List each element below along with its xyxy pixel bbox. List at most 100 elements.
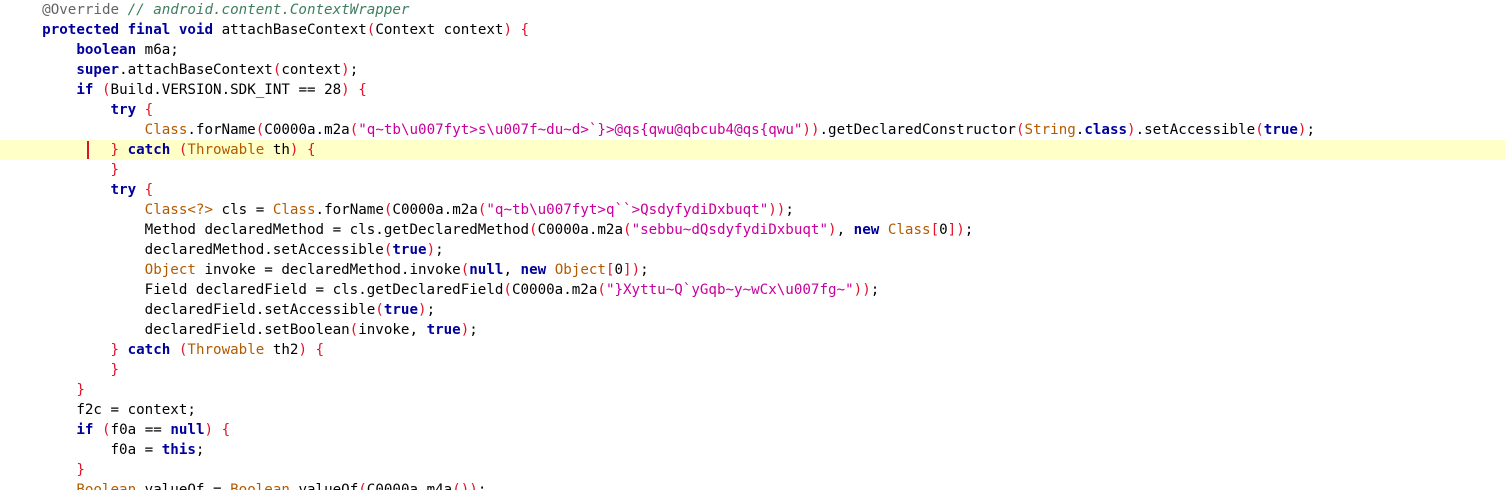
code-token: ()): [452, 482, 478, 490]
code-line[interactable]: declaredField.setBoolean(invoke, true);: [0, 320, 1505, 340]
code-token: ;: [785, 202, 794, 218]
code-token: final: [127, 22, 171, 38]
code-line[interactable]: declaredField.setAccessible(true);: [0, 300, 1505, 320]
code-token: (: [460, 262, 470, 278]
code-token: null: [469, 262, 504, 278]
code-line[interactable]: super.attachBaseContext(context);: [0, 60, 1505, 80]
code-line[interactable]: f0a = this;: [0, 440, 1505, 460]
code-token: ,: [836, 222, 854, 238]
code-token: super: [76, 62, 120, 78]
code-token: ): [460, 322, 470, 338]
code-token: ;: [640, 262, 649, 278]
code-token: Context context: [375, 22, 504, 38]
code-editor[interactable]: @Override // android.content.ContextWrap…: [0, 0, 1505, 490]
code-token: Class: [144, 122, 188, 138]
code-line[interactable]: Method declaredMethod = cls.getDeclaredM…: [0, 220, 1505, 240]
code-token: catch: [127, 342, 171, 358]
code-token: null: [170, 422, 205, 438]
code-token: (: [503, 282, 512, 298]
code-token: m6a;: [136, 42, 179, 58]
code-line[interactable]: }: [0, 160, 1505, 180]
code-token: C0000a.m4a: [366, 482, 453, 490]
code-token: [: [605, 262, 615, 278]
code-token: (: [101, 422, 111, 438]
code-token: .forName: [187, 122, 256, 138]
code-token: {: [520, 22, 530, 38]
code-token: ): [828, 222, 837, 238]
code-token: new: [520, 262, 547, 278]
code-line[interactable]: boolean m6a;: [0, 40, 1505, 60]
code-token: .setAccessible: [1135, 122, 1256, 138]
code-line[interactable]: } catch (Throwable th2) {: [0, 340, 1505, 360]
code-token: .attachBaseContext: [119, 62, 273, 78]
code-token: new: [853, 222, 880, 238]
code-token: ;: [426, 302, 436, 318]
code-token: ,: [503, 262, 521, 278]
code-line[interactable]: }: [0, 460, 1505, 480]
code-token: invoke = declaredMethod.invoke: [195, 262, 461, 278]
code-token: ): [298, 342, 307, 358]
code-token: Build.VERSION.SDK_INT == 28: [110, 82, 342, 98]
code-token: {: [315, 342, 325, 358]
code-line[interactable]: if (f0a == null) {: [0, 420, 1505, 440]
code-token: (: [1015, 122, 1025, 138]
code-line[interactable]: Field declaredField = cls.getDeclaredFie…: [0, 280, 1505, 300]
code-token: }: [110, 162, 120, 178]
code-line[interactable]: }: [0, 360, 1505, 380]
code-token: boolean: [76, 42, 137, 58]
code-line[interactable]: Object invoke = declaredMethod.invoke(nu…: [0, 260, 1505, 280]
code-line[interactable]: declaredMethod.setAccessible(true);: [0, 240, 1505, 260]
code-token: declaredMethod.setAccessible: [144, 242, 384, 258]
code-line[interactable]: if (Build.VERSION.SDK_INT == 28) {: [0, 80, 1505, 100]
code-token: ]): [623, 262, 641, 278]
code-line[interactable]: @Override // android.content.ContextWrap…: [0, 0, 1505, 20]
code-token: th: [264, 142, 290, 158]
code-token: )): [768, 202, 786, 218]
code-token: ): [341, 82, 350, 98]
code-line[interactable]: Boolean valueOf = Boolean.valueOf(C0000a…: [0, 480, 1505, 490]
code-token: class: [1084, 122, 1128, 138]
code-line[interactable]: try {: [0, 100, 1505, 120]
code-token: ): [503, 22, 512, 38]
code-line-current[interactable]: } catch (Throwable th) {: [0, 140, 1505, 160]
code-token: catch: [127, 142, 171, 158]
code-line[interactable]: f2c = context;: [0, 400, 1505, 420]
code-token: cls =: [213, 202, 273, 218]
code-token: f0a ==: [110, 422, 171, 438]
code-token: }: [110, 362, 120, 378]
code-token: Class: [272, 202, 316, 218]
code-line[interactable]: try {: [0, 180, 1505, 200]
code-line[interactable]: protected final void attachBaseContext(C…: [0, 20, 1505, 40]
code-token: )): [853, 282, 871, 298]
code-token: )): [802, 122, 820, 138]
code-line[interactable]: }: [0, 380, 1505, 400]
code-token: C0000a.m2a: [537, 222, 624, 238]
code-token: true: [383, 302, 419, 318]
code-token: (: [101, 82, 111, 98]
code-token: C0000a.m2a: [511, 282, 598, 298]
code-token: 0: [614, 262, 624, 278]
code-token: Throwable: [187, 142, 265, 158]
code-token: {: [144, 102, 154, 118]
code-line[interactable]: Class<?> cls = Class.forName(C0000a.m2a(…: [0, 200, 1505, 220]
code-token: (: [349, 122, 359, 138]
code-line[interactable]: Class.forName(C0000a.m2a("q~tb\u007fyt>s…: [0, 120, 1505, 140]
code-token: Throwable: [187, 342, 265, 358]
